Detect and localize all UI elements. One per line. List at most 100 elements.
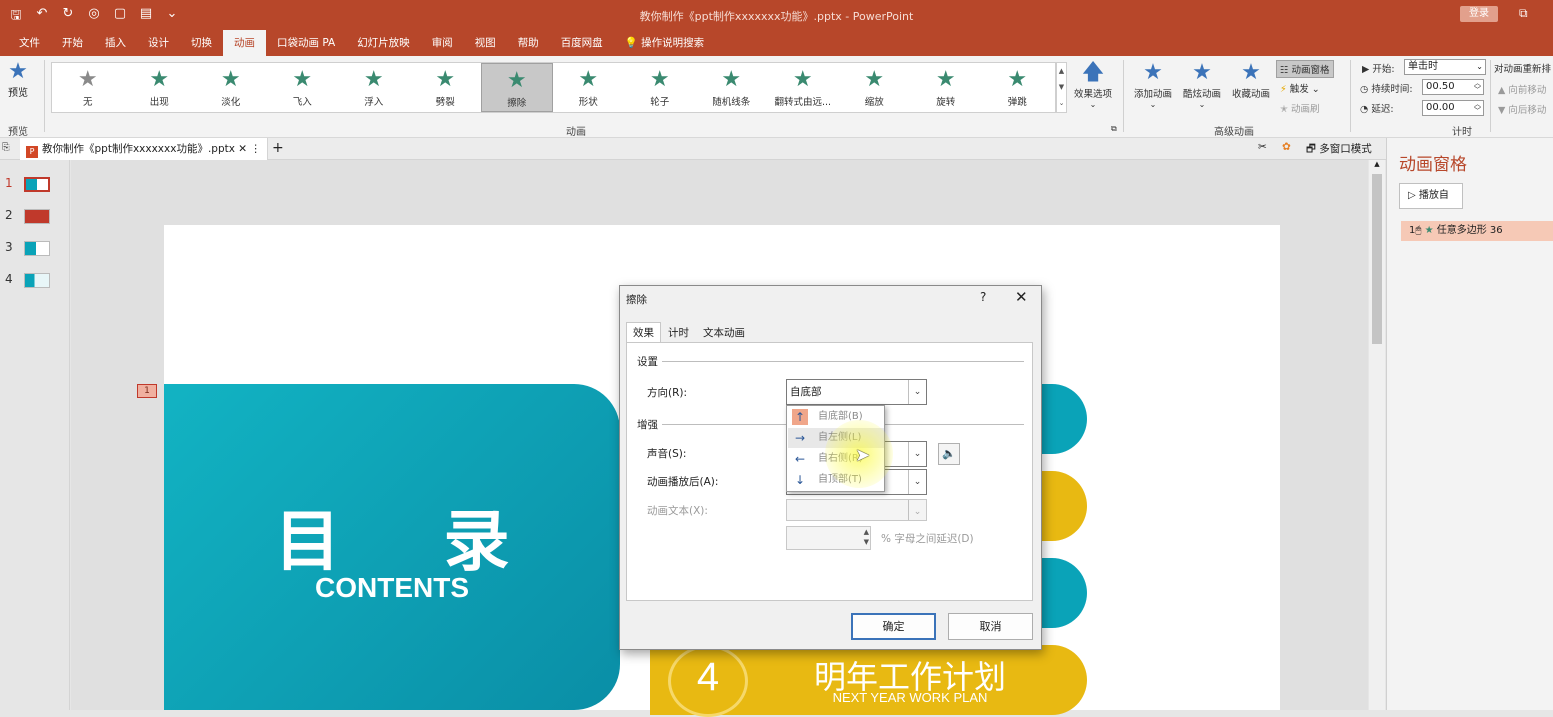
brush-icon: ✭: [1280, 104, 1291, 115]
tab-file[interactable]: 文件: [8, 30, 51, 56]
effect-star-icon: ★: [77, 67, 98, 92]
trigger-label: 触发: [1289, 84, 1309, 95]
animation-effect-2[interactable]: ★ 淡化: [195, 63, 267, 112]
effect-star-icon: ★: [363, 67, 384, 92]
group-separator: [1490, 60, 1491, 132]
gallery-scroll[interactable]: ▲ ▼ ⌄: [1056, 62, 1067, 113]
animation-effect-12[interactable]: ★ 旋转: [910, 63, 982, 112]
slide-thumbnail[interactable]: 1: [0, 174, 70, 198]
add-animation-button[interactable]: ★ 添加动画 ⌄: [1130, 60, 1176, 109]
ribbon-display-options-icon[interactable]: ⧉: [1519, 6, 1528, 21]
tab-baidu-netdisk[interactable]: 百度网盘: [550, 30, 614, 56]
animation-effect-11[interactable]: ★ 缩放: [839, 63, 911, 112]
close-icon[interactable]: ✕: [1015, 288, 1028, 306]
arrow-right-icon: →: [794, 431, 806, 445]
animation-effect-5[interactable]: ★ 劈裂: [410, 63, 482, 112]
effect-options-button[interactable]: 🡅 效果选项 ⌄: [1070, 60, 1116, 109]
effect-star-icon: ★: [506, 68, 527, 93]
play-triangle-icon: ▷: [1408, 190, 1419, 201]
animation-pane: 动画窗格 ▷ 播放自 1🖱 ★ 任意多边形 36: [1386, 138, 1553, 710]
title-bar: 🖫 ↶ ↻ ◎ ▢ ▤ ⌄ 教你制作《ppt制作xxxxxxx功能》.pptx …: [0, 0, 1553, 30]
vertical-scrollbar[interactable]: ▲: [1369, 160, 1385, 710]
preview-label: 预览: [8, 88, 28, 99]
pin-icon[interactable]: ✂: [1258, 141, 1267, 153]
spinner-icon: ▲ ▼: [863, 528, 869, 546]
animation-list-item[interactable]: 1🖱 ★ 任意多边形 36: [1401, 221, 1553, 241]
tab-home[interactable]: 开始: [51, 30, 94, 56]
tab-pocket-animation[interactable]: 口袋动画 PA: [266, 30, 346, 56]
animation-effect-13[interactable]: ★ 弹跳: [982, 63, 1054, 112]
direction-select[interactable]: 自底部 ⌄: [786, 379, 927, 405]
animation-effect-6[interactable]: ★ 擦除: [481, 63, 553, 112]
slide-preview: [24, 241, 50, 256]
tab-review[interactable]: 审阅: [421, 30, 464, 56]
move-later-button[interactable]: ▼ 向后移动: [1498, 102, 1546, 116]
animation-effect-1[interactable]: ★ 出现: [124, 63, 196, 112]
preview-group-label: 预览: [8, 127, 28, 138]
tab-animations[interactable]: 动画: [223, 30, 266, 56]
ok-button[interactable]: 确定: [851, 613, 936, 640]
scroll-up-icon[interactable]: ▲: [1369, 160, 1385, 168]
document-tab[interactable]: P 教你制作《ppt制作xxxxxxx功能》.pptx ✕ ⋮: [20, 138, 268, 160]
slide-thumbnail[interactable]: 3: [0, 238, 70, 262]
dialog-launcher-icon[interactable]: ⧉: [1111, 124, 1117, 134]
animation-effect-4[interactable]: ★ 浮入: [338, 63, 410, 112]
tell-me-search[interactable]: 💡 操作说明搜索: [614, 30, 715, 56]
slide-preview: [24, 273, 50, 288]
tab-transitions[interactable]: 切换: [180, 30, 223, 56]
cancel-button[interactable]: 取消: [948, 613, 1033, 640]
tab-help[interactable]: 帮助: [507, 30, 550, 56]
effect-star-icon: ★: [435, 67, 456, 92]
slide-title: 目 录: [274, 503, 550, 580]
animation-effect-7[interactable]: ★ 形状: [553, 63, 625, 112]
effect-label: 轮子: [650, 97, 670, 108]
start-select[interactable]: 单击时 ⌄: [1404, 59, 1486, 75]
preview-button[interactable]: ★ 预览: [4, 60, 32, 100]
animation-effect-9[interactable]: ★ 随机线条: [696, 63, 768, 112]
tab-timing[interactable]: 计时: [661, 322, 696, 342]
triangle-down-icon: ▼: [1498, 105, 1509, 116]
animation-painter-button[interactable]: ✭ 动画刷: [1280, 101, 1320, 115]
delay-input[interactable]: 00.00 ︿ ﹀: [1422, 100, 1484, 116]
effect-label: 翻转式由远...: [774, 97, 832, 108]
new-tab-button[interactable]: +: [272, 140, 284, 156]
animate-text-select[interactable]: ⌄: [786, 499, 927, 521]
scroll-thumb[interactable]: [1372, 174, 1382, 344]
tab-design[interactable]: 设计: [137, 30, 180, 56]
duration-input[interactable]: 00.50 ︿ ﹀: [1422, 79, 1484, 95]
settings-gear-icon[interactable]: ✿: [1282, 141, 1291, 153]
multi-window-button[interactable]: 🗗 多窗口模式: [1306, 141, 1372, 159]
tab-list-icon[interactable]: ⎘: [2, 142, 10, 153]
letter-delay-input[interactable]: ▲ ▼: [786, 526, 871, 550]
tab-text-animation[interactable]: 文本动画: [696, 322, 752, 342]
favorite-animation-button[interactable]: ★ 收藏动画: [1228, 60, 1274, 100]
trigger-button[interactable]: ⚡ 触发 ⌄: [1280, 81, 1320, 95]
close-tab-icon[interactable]: ✕: [238, 143, 247, 155]
tab-more-icon[interactable]: ⋮: [250, 143, 261, 155]
animation-effect-10[interactable]: ★ 翻转式由远...: [767, 63, 839, 112]
animation-pane-button[interactable]: ☷ 动画窗格: [1276, 60, 1334, 78]
tab-view[interactable]: 视图: [464, 30, 507, 56]
help-button[interactable]: ?: [980, 290, 986, 304]
tab-slideshow[interactable]: 幻灯片放映: [346, 30, 421, 56]
login-button[interactable]: 登录: [1460, 6, 1498, 22]
animation-effect-0[interactable]: ★ 无: [52, 63, 124, 112]
chevron-down-icon: ⌄: [908, 380, 926, 404]
cool-animation-button[interactable]: ★ 酷炫动画 ⌄: [1179, 60, 1225, 109]
window-title: 教你制作《ppt制作xxxxxxx功能》.pptx - PowerPoint: [639, 10, 914, 23]
animation-effect-3[interactable]: ★ 飞入: [267, 63, 339, 112]
cool-star-icon: ★: [1192, 60, 1212, 85]
lightbulb-icon: 💡: [624, 37, 642, 49]
item-number: 4: [696, 655, 720, 699]
play-from-button[interactable]: ▷ 播放自: [1399, 183, 1463, 209]
slide-thumbnail[interactable]: 2: [0, 206, 70, 230]
chevron-down-icon: ⌄: [908, 442, 926, 466]
favorite-animation-label: 收藏动画: [1231, 89, 1270, 100]
tab-insert[interactable]: 插入: [94, 30, 137, 56]
move-earlier-button[interactable]: ▲ 向前移动: [1498, 82, 1546, 96]
slide-subtitle: CONTENTS: [315, 572, 469, 603]
tab-effect[interactable]: 效果: [626, 322, 661, 342]
slide-thumbnail[interactable]: 4: [0, 270, 70, 294]
speaker-icon[interactable]: 🔈: [938, 443, 960, 465]
animation-effect-8[interactable]: ★ 轮子: [624, 63, 696, 112]
